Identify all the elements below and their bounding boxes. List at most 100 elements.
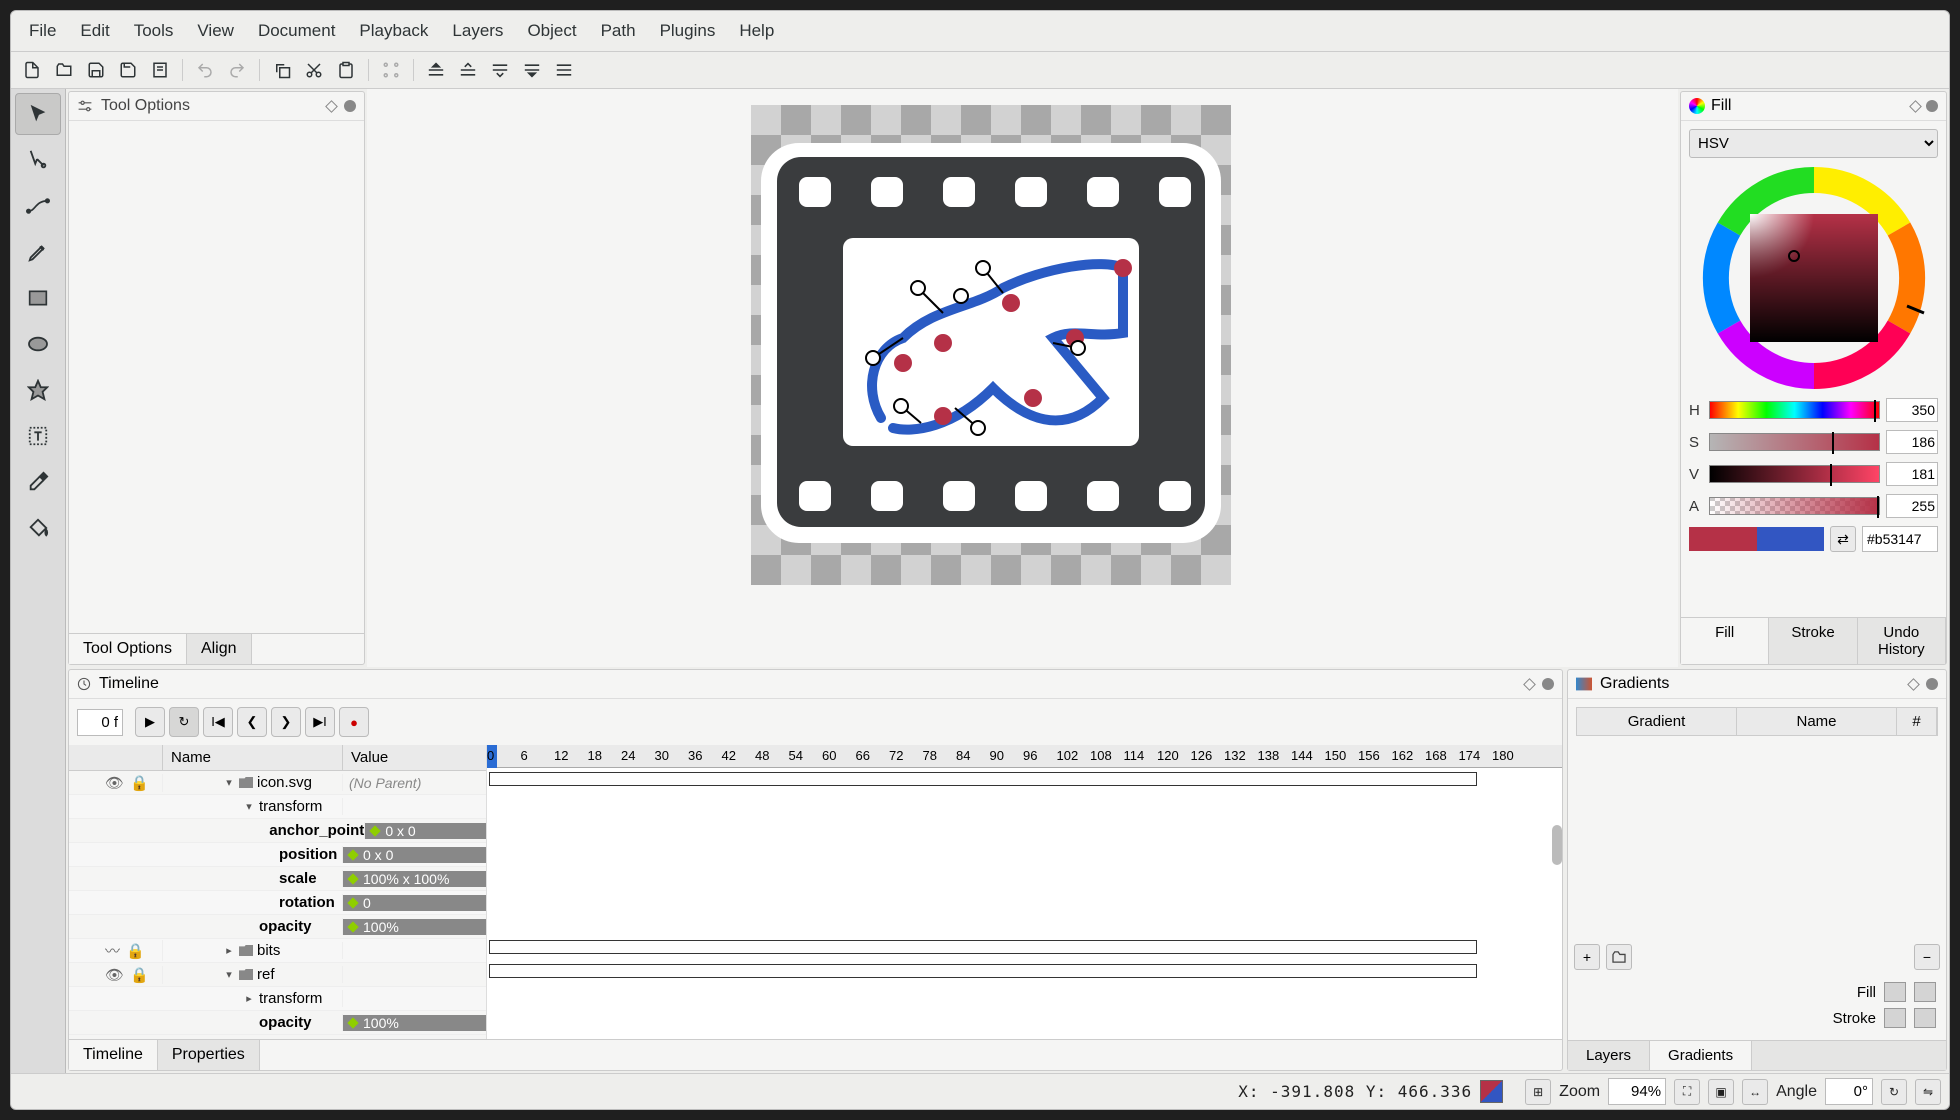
redo-button[interactable] (222, 55, 252, 85)
a-slider[interactable] (1709, 497, 1880, 515)
tree-row[interactable]: anchor_point0 x 0 (69, 819, 486, 843)
grad-stroke-radial[interactable] (1914, 1008, 1936, 1028)
menu-object[interactable]: Object (515, 15, 588, 47)
prev-frame-button[interactable]: ❮ (237, 707, 267, 737)
tab-timeline[interactable]: Timeline (69, 1040, 158, 1070)
vertical-scrollbar[interactable] (1552, 825, 1562, 865)
skip-end-button[interactable]: ▶I (305, 707, 335, 737)
tree-row[interactable]: rotation0 (69, 891, 486, 915)
tree-row[interactable]: ▾transform (69, 795, 486, 819)
fill-bucket-tool[interactable] (15, 507, 61, 549)
v-value[interactable] (1886, 462, 1938, 486)
rotate-reset-button[interactable]: ↻ (1881, 1079, 1907, 1105)
lower-button[interactable] (485, 55, 515, 85)
s-value[interactable] (1886, 430, 1938, 454)
undo-button[interactable] (190, 55, 220, 85)
paste-button[interactable] (331, 55, 361, 85)
star-tool[interactable] (15, 369, 61, 411)
export-button[interactable] (145, 55, 175, 85)
track-bar[interactable] (489, 772, 1477, 786)
menu-file[interactable]: File (17, 15, 68, 47)
current-frame[interactable] (77, 709, 123, 736)
bezier-path-overlay[interactable] (843, 238, 1139, 446)
rectangle-tool[interactable] (15, 277, 61, 319)
lower-bottom-button[interactable] (517, 55, 547, 85)
menu-path[interactable]: Path (589, 15, 648, 47)
tab-properties[interactable]: Properties (158, 1040, 260, 1070)
tab-tool-options[interactable]: Tool Options (69, 634, 187, 664)
add-gradient-button[interactable]: + (1574, 944, 1600, 970)
menu-layers[interactable]: Layers (440, 15, 515, 47)
tree-row[interactable]: opacity100% (69, 915, 486, 939)
raise-top-button[interactable] (421, 55, 451, 85)
raise-button[interactable] (453, 55, 483, 85)
pencil-tool[interactable] (15, 231, 61, 273)
color-mode-select[interactable]: HSV (1689, 129, 1938, 158)
hex-input[interactable] (1862, 526, 1938, 552)
close-icon[interactable] (1926, 100, 1938, 112)
ellipse-tool[interactable] (15, 323, 61, 365)
tab-fill[interactable]: Fill (1681, 618, 1769, 664)
lock-aspect-button[interactable]: ⊞ (1525, 1079, 1551, 1105)
layer-menu-button[interactable] (549, 55, 579, 85)
color-wheel[interactable] (1702, 166, 1926, 390)
track-bar[interactable] (489, 964, 1477, 978)
tree-row[interactable]: 👁🔒▾icon.svg(No Parent) (69, 771, 486, 795)
timeline-ruler[interactable]: 0612182430364248546066727884909610210811… (487, 745, 1562, 768)
menu-view[interactable]: View (185, 15, 246, 47)
skip-start-button[interactable]: I◀ (203, 707, 233, 737)
menu-playback[interactable]: Playback (347, 15, 440, 47)
save-button[interactable] (81, 55, 111, 85)
new-file-button[interactable] (17, 55, 47, 85)
tree-row[interactable]: opacity100% (69, 1011, 486, 1035)
loop-button[interactable]: ↻ (169, 707, 199, 737)
tab-undo-history[interactable]: Undo History (1858, 618, 1946, 664)
zoom-1to1-button[interactable]: ▣ (1708, 1079, 1734, 1105)
bezier-tool[interactable] (15, 185, 61, 227)
next-frame-button[interactable]: ❯ (271, 707, 301, 737)
tree-row[interactable]: ▸transform (69, 987, 486, 1011)
tree-row[interactable]: 〰🔒▸bits (69, 939, 486, 963)
angle-value[interactable] (1825, 1078, 1873, 1105)
copy-button[interactable] (267, 55, 297, 85)
flip-button[interactable]: ⇋ (1915, 1079, 1941, 1105)
v-slider[interactable] (1709, 465, 1880, 483)
save-as-button[interactable] (113, 55, 143, 85)
grad-fill-linear[interactable] (1884, 982, 1906, 1002)
tab-layers[interactable]: Layers (1568, 1041, 1650, 1070)
tree-row[interactable]: scale100% x 100% (69, 867, 486, 891)
status-fill-swatch[interactable] (1480, 1080, 1503, 1103)
close-icon[interactable] (1542, 678, 1554, 690)
h-slider[interactable] (1709, 401, 1880, 419)
zoom-fit-button[interactable]: ⛶ (1674, 1079, 1700, 1105)
h-value[interactable] (1886, 398, 1938, 422)
text-tool[interactable] (15, 415, 61, 457)
tab-align[interactable]: Align (187, 634, 252, 664)
menu-tools[interactable]: Tools (122, 15, 186, 47)
detach-icon[interactable] (325, 100, 338, 113)
canvas[interactable] (367, 89, 1678, 667)
zoom-reset-button[interactable]: ↔ (1742, 1079, 1768, 1105)
menu-edit[interactable]: Edit (68, 15, 121, 47)
remove-gradient-button[interactable]: − (1914, 944, 1940, 970)
swap-colors-button[interactable]: ⇄ (1830, 526, 1856, 552)
detach-icon[interactable] (1907, 678, 1920, 691)
grad-fill-radial[interactable] (1914, 982, 1936, 1002)
open-file-button[interactable] (49, 55, 79, 85)
close-icon[interactable] (344, 100, 356, 112)
detach-icon[interactable] (1909, 100, 1922, 113)
close-icon[interactable] (1926, 678, 1938, 690)
menu-document[interactable]: Document (246, 15, 347, 47)
select-tool[interactable] (15, 93, 61, 135)
snap-button[interactable] (376, 55, 406, 85)
track-bar[interactable] (489, 940, 1477, 954)
menu-plugins[interactable]: Plugins (648, 15, 728, 47)
gradient-library-button[interactable] (1606, 944, 1632, 970)
a-value[interactable] (1886, 494, 1938, 518)
grad-stroke-linear[interactable] (1884, 1008, 1906, 1028)
dropper-tool[interactable] (15, 461, 61, 503)
menu-help[interactable]: Help (727, 15, 786, 47)
tree-row[interactable]: 👁🔒▾ref (69, 963, 486, 987)
detach-icon[interactable] (1523, 678, 1536, 691)
cut-button[interactable] (299, 55, 329, 85)
